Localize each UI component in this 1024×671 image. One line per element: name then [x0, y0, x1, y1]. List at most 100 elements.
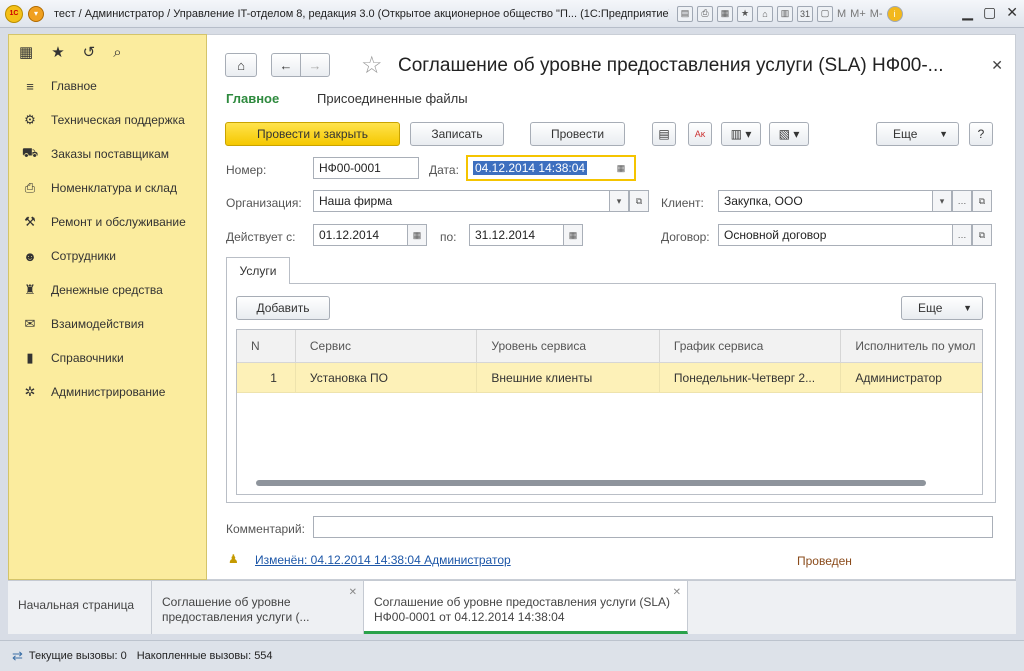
save-icon[interactable]: ▤ [677, 5, 693, 22]
table-row[interactable]: 1 Установка ПО Внешние клиенты Понедельн… [237, 363, 982, 393]
column-header-service[interactable]: Сервис [296, 330, 478, 362]
current-calls: Текущие вызовы: 0 [28, 650, 127, 662]
valid-to-calendar-icon[interactable]: ▦ [563, 224, 583, 246]
post-button[interactable]: Провести [530, 122, 625, 146]
column-header-schedule[interactable]: График сервиса [660, 330, 842, 362]
valid-to-label: по: [440, 230, 457, 244]
sidebar-item-main[interactable]: ≡ Главное [9, 69, 206, 103]
memory-m-button[interactable]: M [837, 8, 846, 20]
client-field[interactable]: Закупка, ООО [718, 190, 954, 212]
print-icon[interactable]: ⎙ [697, 5, 713, 22]
tab-sla-document[interactable]: Соглашение об уровне предоставления услу… [364, 581, 688, 634]
services-table[interactable]: N Сервис Уровень сервиса График сервиса … [236, 329, 983, 495]
help-button[interactable]: ? [969, 122, 993, 146]
valid-to-field[interactable]: 31.12.2014 [469, 224, 565, 246]
money-bag-icon: ♜ [24, 282, 36, 297]
back-button[interactable]: ← [271, 53, 301, 77]
favorites-star-icon[interactable]: ★ [51, 43, 64, 61]
app-logo-icon: 1С [5, 4, 23, 23]
history-icon[interactable]: ↺ [83, 43, 96, 61]
more-button[interactable]: Еще ▼ [876, 122, 959, 146]
client-open-button[interactable]: ⧉ [972, 190, 992, 212]
tab-home-page[interactable]: Начальная страница [8, 581, 152, 634]
table-header: N Сервис Уровень сервиса График сервиса … [237, 330, 982, 363]
forward-button[interactable]: → [300, 53, 330, 77]
apps-grid-icon[interactable]: ▦ [19, 43, 33, 61]
create-based-button[interactable]: ▧ ▾ [769, 122, 809, 146]
client-label: Клиент: [661, 196, 704, 210]
calendar-picker-icon[interactable]: ▦ [611, 157, 631, 179]
valid-from-field[interactable]: 01.12.2014 [313, 224, 409, 246]
report-icon: ▥ ▾ [730, 127, 752, 141]
column-header-level[interactable]: Уровень сервиса [477, 330, 660, 362]
services-more-button[interactable]: Еще ▼ [901, 296, 983, 320]
sidebar-item-interactions[interactable]: ✉ Взаимодействия [9, 307, 206, 341]
report-button[interactable]: ▥ ▾ [721, 122, 761, 146]
sidebar-item-nomenclature[interactable]: ⎙ Номенклатура и склад [9, 171, 206, 205]
horizontal-scrollbar[interactable] [256, 480, 926, 486]
favorite-star-icon[interactable]: ☆ [361, 51, 383, 80]
cell-level: Внешние клиенты [477, 363, 660, 392]
tab-main[interactable]: Главное [226, 91, 279, 106]
calendar-icon[interactable]: 31 [797, 5, 813, 22]
column-header-executor[interactable]: Исполнитель по умол [841, 330, 982, 362]
main-menu-icon[interactable]: ▾ [28, 5, 44, 22]
organization-field[interactable]: Наша фирма [313, 190, 617, 212]
save-button[interactable]: Записать [410, 122, 504, 146]
changed-info-link[interactable]: Изменён: 04.12.2014 14:38:04 Администрат… [255, 553, 511, 567]
contract-label: Договор: [661, 230, 710, 244]
organization-dropdown-button[interactable]: ▾ [609, 190, 629, 212]
structure-icon: Aᴋ [694, 129, 706, 139]
close-tab-icon[interactable]: ✕ [349, 585, 357, 600]
truck-icon: ⛟ [21, 145, 39, 160]
sidebar-item-support[interactable]: ⚙ Техническая поддержка [9, 103, 206, 137]
memory-minus-button[interactable]: M- [870, 8, 883, 20]
favorites-icon[interactable]: ★ [737, 5, 753, 22]
memory-plus-button[interactable]: M+ [850, 8, 866, 20]
preview-icon[interactable]: ▦ [717, 5, 733, 22]
organization-open-button[interactable]: ⧉ [629, 190, 649, 212]
minimize-button[interactable]: ▁ [962, 4, 973, 21]
structure-button[interactable]: Aᴋ [688, 122, 712, 146]
document-journal-icon: ▤ [658, 127, 670, 141]
user-icon: ♟ [228, 552, 239, 566]
contract-open-button[interactable]: ⧉ [972, 224, 992, 246]
window-close-button[interactable]: ✕ [1006, 4, 1018, 21]
comment-field[interactable] [313, 516, 993, 538]
close-form-button[interactable]: ✕ [991, 57, 1003, 74]
menu-lines-icon: ≡ [26, 78, 34, 94]
sidebar-item-admin[interactable]: ✲ Администрирование [9, 375, 206, 409]
sidebar-item-repair[interactable]: ⚒ Ремонт и обслуживание [9, 205, 206, 239]
sidebar-item-references[interactable]: ▮ Справочники [9, 341, 206, 375]
column-header-n[interactable]: N [237, 330, 296, 362]
sidebar-item-money[interactable]: ♜ Денежные средства [9, 273, 206, 307]
envelope-icon: ✉ [24, 316, 36, 331]
sidebar-item-orders[interactable]: ⛟ Заказы поставщикам [9, 137, 206, 171]
home-button[interactable]: ⌂ [225, 53, 257, 77]
valid-from-calendar-icon[interactable]: ▦ [407, 224, 427, 246]
sidebar-item-employees[interactable]: ☻ Сотрудники [9, 239, 206, 273]
gear-icon: ✲ [24, 384, 36, 399]
post-and-close-button[interactable]: Провести и закрыть [225, 122, 400, 146]
valid-from-label: Действует с: [226, 230, 296, 244]
clipboard-icon[interactable]: ▢ [817, 5, 833, 22]
client-select-button[interactable]: … [952, 190, 972, 212]
client-dropdown-button[interactable]: ▾ [932, 190, 952, 212]
search-icon[interactable]: ⌕ [113, 44, 121, 61]
calculator-icon[interactable]: ▥ [777, 5, 793, 22]
organization-label: Организация: [226, 196, 302, 210]
tab-sla-list[interactable]: Соглашение об уровне предоставления услу… [152, 581, 364, 634]
home-icon[interactable]: ⌂ [757, 5, 773, 22]
add-row-button[interactable]: Добавить [236, 296, 330, 320]
maximize-button[interactable]: ▢ [983, 4, 996, 21]
number-field[interactable]: НФ00-0001 [313, 157, 419, 179]
tab-attached-files[interactable]: Присоединенные файлы [317, 91, 468, 106]
contract-field[interactable]: Основной договор [718, 224, 954, 246]
document-status: Проведен [797, 554, 852, 568]
arrow-left-icon: ← [279, 57, 293, 73]
info-icon[interactable]: i [886, 5, 903, 22]
contract-select-button[interactable]: … [952, 224, 972, 246]
close-tab-icon[interactable]: ✕ [673, 585, 681, 600]
tab-services[interactable]: Услуги [226, 257, 290, 284]
journal-button[interactable]: ▤ [652, 122, 676, 146]
